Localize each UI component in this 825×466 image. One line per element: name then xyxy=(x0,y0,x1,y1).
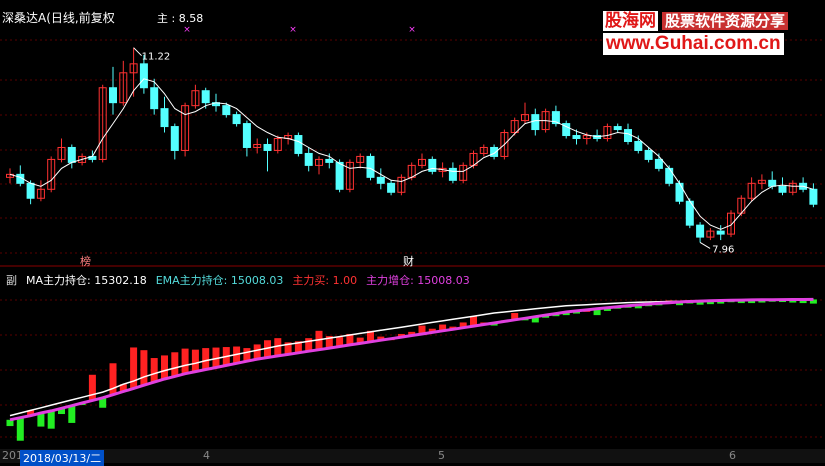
candle-body xyxy=(809,188,818,205)
logo-brand: 股海网 xyxy=(603,11,658,31)
candle-body xyxy=(242,123,251,148)
candle-body xyxy=(335,161,344,190)
indicator-bar xyxy=(181,348,189,374)
indicator-bar xyxy=(88,374,96,401)
cross-mark: × xyxy=(289,25,297,35)
high-arrow xyxy=(133,47,142,57)
candle-body xyxy=(150,87,159,110)
axis-month-5: 5 xyxy=(438,449,445,462)
date-axis xyxy=(0,449,825,463)
indicator-bar xyxy=(253,344,261,360)
logo-slogan: 股票软件资源分享 xyxy=(662,12,789,30)
indicator-bar xyxy=(47,410,55,429)
candle-body xyxy=(654,158,663,169)
ema-hold-label: EMA主力持仓: 15008.03 xyxy=(155,274,284,287)
axis-month-4: 4 xyxy=(203,449,210,462)
sub-indicator-legend: 副 MA主力持仓: 15302.18 EMA主力持仓: 15008.03 主力买: 1… xyxy=(6,272,479,288)
event-mark-cai: 财 xyxy=(403,254,414,268)
kline-chart[interactable]: 11.22 7.96 × × × 榜 财 xyxy=(0,0,825,463)
candle-body xyxy=(294,135,303,154)
indicator-bar xyxy=(140,350,148,386)
indicator-bar xyxy=(150,358,158,383)
main-add-label: 主力增仓: 15008.03 xyxy=(366,274,470,287)
main-indicator-label: 主 : 8.58 xyxy=(157,12,204,25)
sub-prefix: 副 xyxy=(6,274,17,287)
indicator-bar xyxy=(161,355,168,379)
logo-top: 股海网 股票软件资源分享 xyxy=(603,6,821,31)
candle-body xyxy=(624,129,632,143)
candle-body xyxy=(222,105,231,116)
low-label: 7.96 xyxy=(712,244,734,255)
candle-body xyxy=(109,87,117,104)
candle-body xyxy=(170,126,179,151)
indicator-bar xyxy=(68,405,76,423)
low-arrow xyxy=(699,242,711,249)
candle-body xyxy=(232,114,241,125)
candle-body xyxy=(139,63,148,89)
indicator-bar xyxy=(191,349,199,372)
candle-body xyxy=(67,146,76,163)
logo-url: www.Guhai.com.cn xyxy=(603,33,784,55)
main-buy-label: 主力买: 1.00 xyxy=(292,274,358,287)
axis-month-6: 6 xyxy=(729,449,736,462)
candle-body xyxy=(634,141,643,151)
indicator-bar xyxy=(305,338,313,352)
candle-body xyxy=(304,152,313,166)
candle-body xyxy=(531,114,540,131)
indicator-bar xyxy=(171,352,179,377)
candle-body xyxy=(644,149,653,160)
candle-body xyxy=(376,176,385,184)
candle-body xyxy=(768,179,777,187)
high-label: 11.22 xyxy=(142,52,171,63)
candle-body xyxy=(778,185,787,193)
candle-body xyxy=(572,135,581,140)
candle-body xyxy=(665,167,674,184)
event-mark-bang: 榜 xyxy=(80,254,91,268)
candle-body xyxy=(675,182,684,202)
candle-body xyxy=(613,126,622,131)
guhai-logo: 股海网 股票软件资源分享 www.Guhai.com.cn xyxy=(603,6,821,55)
candle-body xyxy=(716,230,725,235)
indicator-bar xyxy=(202,348,210,370)
stock-title: 深桑达A(日线,前复权 xyxy=(2,11,115,25)
cross-mark: × xyxy=(183,25,191,35)
candle-body xyxy=(366,155,375,178)
candle-body xyxy=(448,167,457,181)
indicator-bar xyxy=(16,417,24,441)
candle-body xyxy=(201,90,210,104)
date-cursor: 2018/03/13/二 xyxy=(20,450,105,466)
cross-mark: × xyxy=(408,25,416,35)
candle-body xyxy=(387,182,396,193)
candle-body xyxy=(696,224,705,238)
candle-body xyxy=(325,158,334,163)
candle-body xyxy=(263,143,272,151)
candle-body xyxy=(26,182,35,199)
ma-hold-label: MA主力持仓: 15302.18 xyxy=(26,274,147,287)
candle-body xyxy=(490,146,499,157)
candle-body xyxy=(160,108,169,128)
